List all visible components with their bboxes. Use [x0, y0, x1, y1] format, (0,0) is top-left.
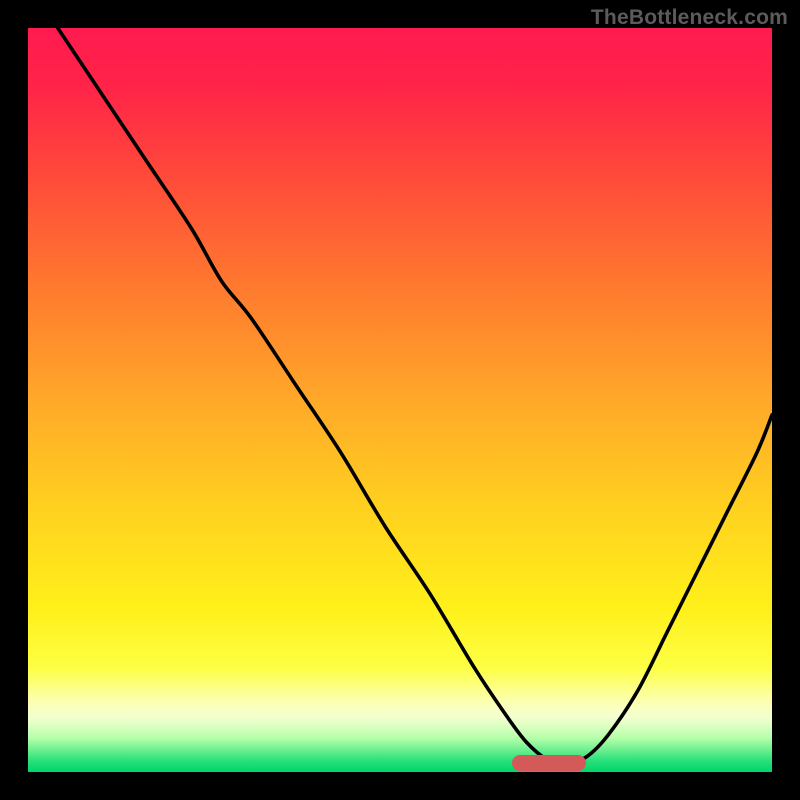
- heat-gradient-background: [28, 28, 772, 772]
- watermark-text: TheBottleneck.com: [591, 6, 788, 30]
- chart-frame: TheBottleneck.com: [0, 0, 800, 800]
- plot-area: [28, 28, 772, 772]
- optimal-range-marker: [512, 755, 586, 771]
